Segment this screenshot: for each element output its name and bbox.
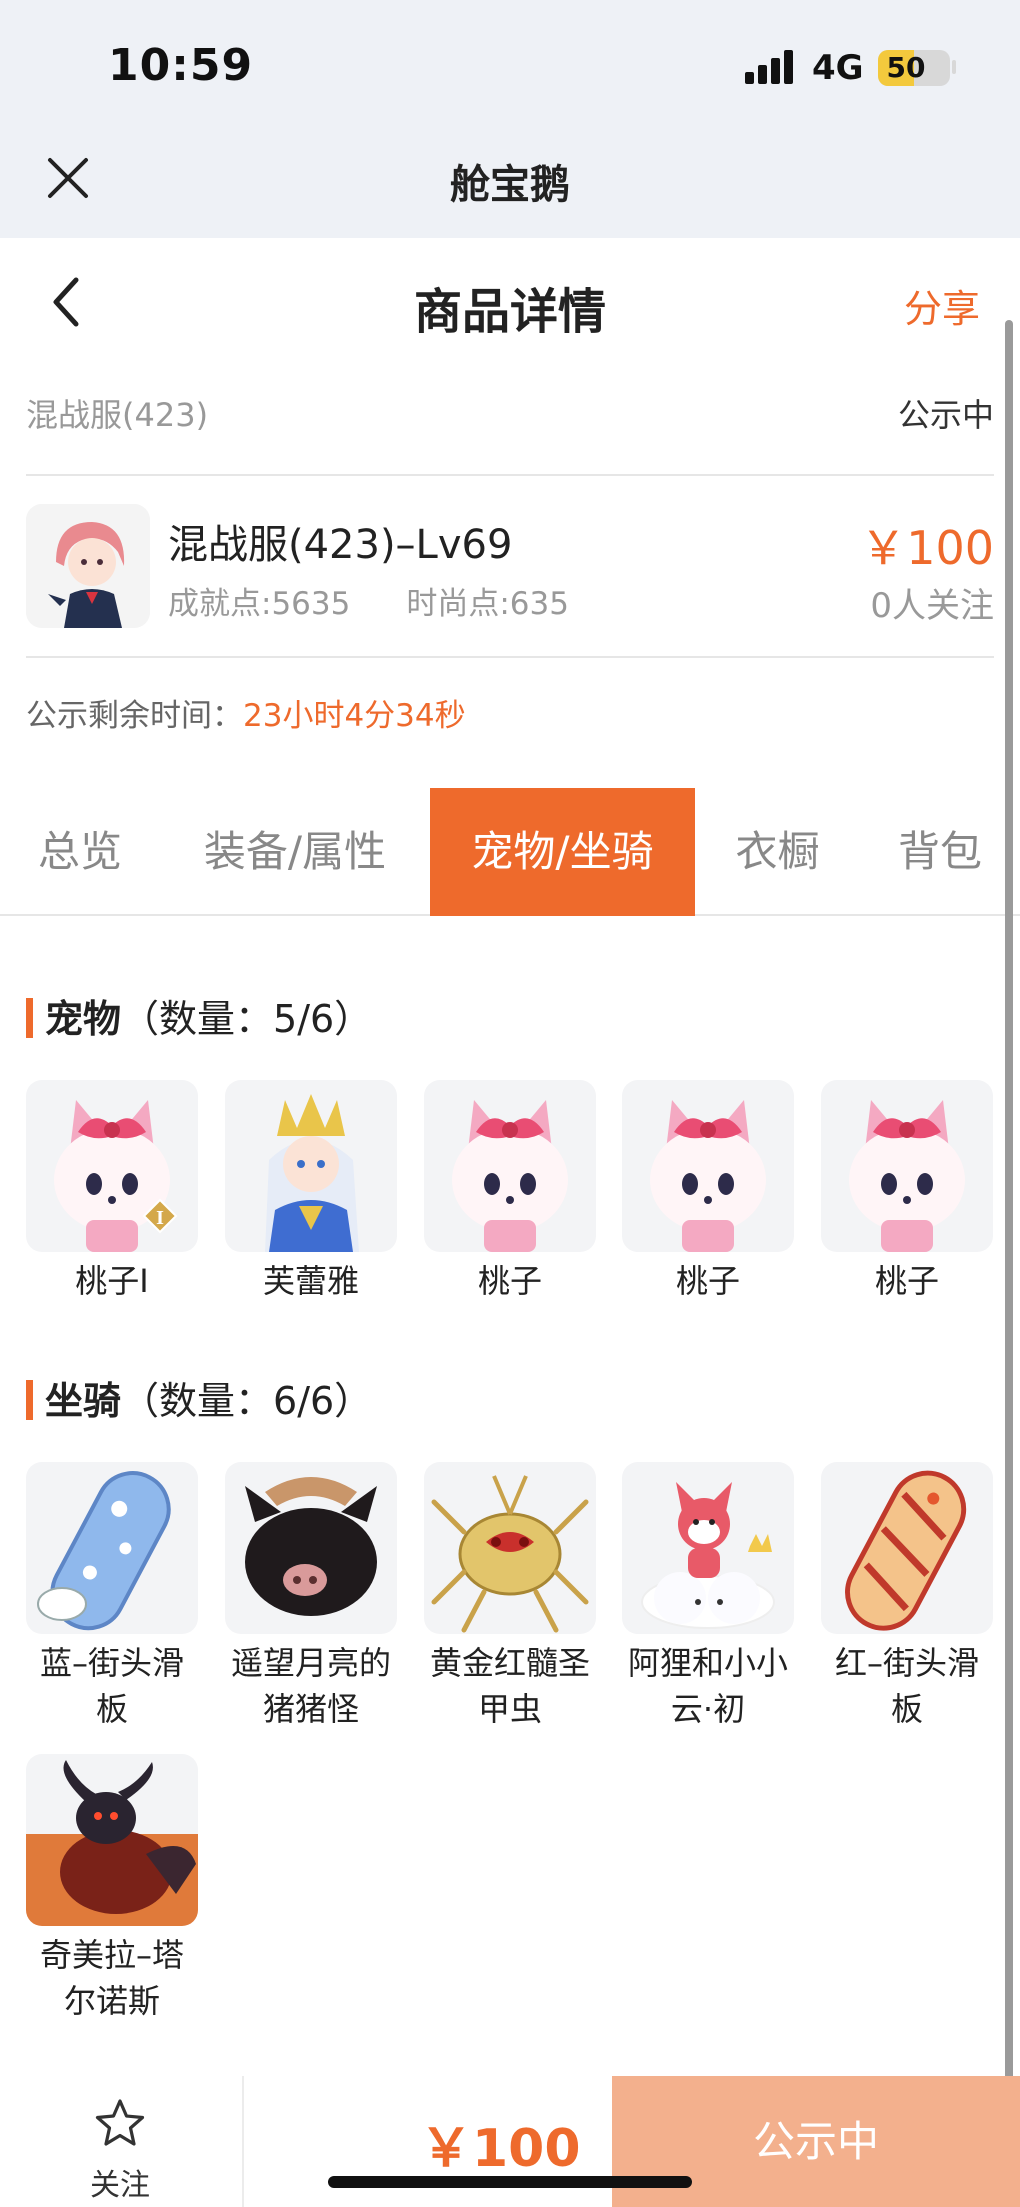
countdown-value: 23小时4分34秒 xyxy=(243,698,466,734)
mount-name: 蓝–街头滑板 xyxy=(39,1644,184,1728)
mount-item[interactable]: 遥望月亮的猪猪怪 xyxy=(225,1462,397,1732)
item-stats: 成就点:5635 时尚点:635 xyxy=(168,578,569,623)
mounts-title: 坐骑 xyxy=(45,1379,122,1423)
fashion-points: 时尚点:635 xyxy=(406,586,569,622)
tab-wardrobe[interactable]: 衣橱 xyxy=(695,788,860,916)
pets-count: （数量：5/6） xyxy=(121,997,373,1041)
mount-thumbnail[interactable] xyxy=(26,1462,198,1634)
pet-name: 桃子 xyxy=(874,1262,939,1300)
mount-name: 红–街头滑板 xyxy=(834,1644,979,1728)
mount-item[interactable]: 蓝–街头滑板 xyxy=(26,1462,198,1732)
page-title: 商品详情 xyxy=(413,284,606,340)
item-card: 混战服(423)–Lv69 成就点:5635 时尚点:635 ￥100 0人关注 xyxy=(26,504,994,630)
pet-name: 桃子 xyxy=(675,1262,740,1300)
follower-count: 0人关注 xyxy=(870,586,994,626)
network-type: 4G xyxy=(812,48,864,88)
signal-icon xyxy=(745,50,797,84)
pet-thumbnail[interactable]: I xyxy=(26,1080,198,1252)
follow-button[interactable]: 关注 xyxy=(60,2096,180,2203)
pet-item[interactable]: 桃子 xyxy=(622,1080,794,1304)
countdown: 公示剩余时间：23小时4分34秒 xyxy=(26,690,466,735)
section-marker xyxy=(26,1380,33,1420)
divider xyxy=(26,656,994,658)
mount-thumbnail[interactable] xyxy=(424,1462,596,1634)
server-row: 混战服(423) 公示中 xyxy=(26,390,994,438)
pet-thumbnail[interactable] xyxy=(821,1080,993,1252)
tab-equipment[interactable]: 装备/属性 xyxy=(160,788,430,916)
pet-name: 桃子 xyxy=(477,1262,542,1300)
share-button[interactable]: 分享 xyxy=(904,278,980,333)
tab-bag[interactable]: 背包 xyxy=(860,788,1020,916)
battery-icon: 50 xyxy=(878,50,950,86)
tab-pets-mounts[interactable]: 宠物/坐骑 xyxy=(430,788,695,916)
section-marker xyxy=(26,998,33,1038)
server-name: 混战服(423) xyxy=(26,396,209,434)
pet-thumbnail[interactable] xyxy=(225,1080,397,1252)
pet-item[interactable]: 芙蕾雅 xyxy=(225,1080,397,1304)
svg-text:I: I xyxy=(156,1207,164,1229)
mount-item[interactable]: 黄金红髓圣甲虫 xyxy=(424,1462,596,1732)
character-avatar xyxy=(26,504,150,628)
follow-label: 关注 xyxy=(90,2168,150,2203)
app-header: 10:59 4G 50 舱宝鹅 xyxy=(0,0,1020,238)
divider xyxy=(26,474,994,476)
mount-item[interactable]: 阿狸和小小云·初 xyxy=(622,1462,794,1732)
bottom-price: ￥100 xyxy=(420,2119,581,2179)
battery-tip xyxy=(952,60,956,74)
app-title: 舱宝鹅 xyxy=(450,162,570,208)
mount-thumbnail[interactable] xyxy=(622,1462,794,1634)
listing-status: 公示中 xyxy=(897,396,994,434)
mounts-count: （数量：6/6） xyxy=(121,1379,373,1423)
mount-thumbnail[interactable] xyxy=(821,1462,993,1634)
achievement-points: 成就点:5635 xyxy=(168,586,351,622)
scrollbar[interactable] xyxy=(1005,320,1013,2085)
pet-item[interactable]: 桃子 xyxy=(424,1080,596,1304)
tab-overview[interactable]: 总览 xyxy=(0,788,160,916)
divider xyxy=(242,2076,244,2207)
mount-name: 黄金红髓圣甲虫 xyxy=(429,1644,590,1728)
mount-item[interactable]: 奇美拉–塔尔诺斯 xyxy=(26,1754,198,2024)
pets-section-title: 宠物（数量：5/6） xyxy=(26,988,372,1043)
mounts-section-title: 坐骑（数量：6/6） xyxy=(26,1370,372,1425)
pet-item[interactable]: I 桃子I xyxy=(26,1080,198,1304)
tab-bar: 总览 装备/属性 宠物/坐骑 衣橱 背包 xyxy=(0,788,1020,916)
mount-name: 阿狸和小小云·初 xyxy=(627,1644,788,1728)
pet-item[interactable]: 桃子 xyxy=(821,1080,993,1304)
mount-thumbnail[interactable] xyxy=(26,1754,198,1926)
mount-name: 遥望月亮的猪猪怪 xyxy=(230,1644,391,1728)
mount-item[interactable]: 红–街头滑板 xyxy=(821,1462,993,1732)
countdown-label: 公示剩余时间： xyxy=(26,698,243,734)
pet-name: 桃子I xyxy=(75,1262,149,1300)
pets-title: 宠物 xyxy=(45,997,122,1041)
pet-name: 芙蕾雅 xyxy=(262,1262,359,1300)
star-icon xyxy=(60,2096,180,2156)
mount-name: 奇美拉–塔尔诺斯 xyxy=(39,1936,184,2020)
status-time: 10:59 xyxy=(108,40,254,91)
item-price: ￥100 xyxy=(860,521,994,575)
pet-thumbnail[interactable] xyxy=(424,1080,596,1252)
home-indicator xyxy=(328,2176,692,2188)
battery-level: 50 xyxy=(886,51,926,84)
item-name: 混战服(423)–Lv69 xyxy=(168,522,513,568)
mount-thumbnail[interactable] xyxy=(225,1462,397,1634)
pet-thumbnail[interactable] xyxy=(622,1080,794,1252)
